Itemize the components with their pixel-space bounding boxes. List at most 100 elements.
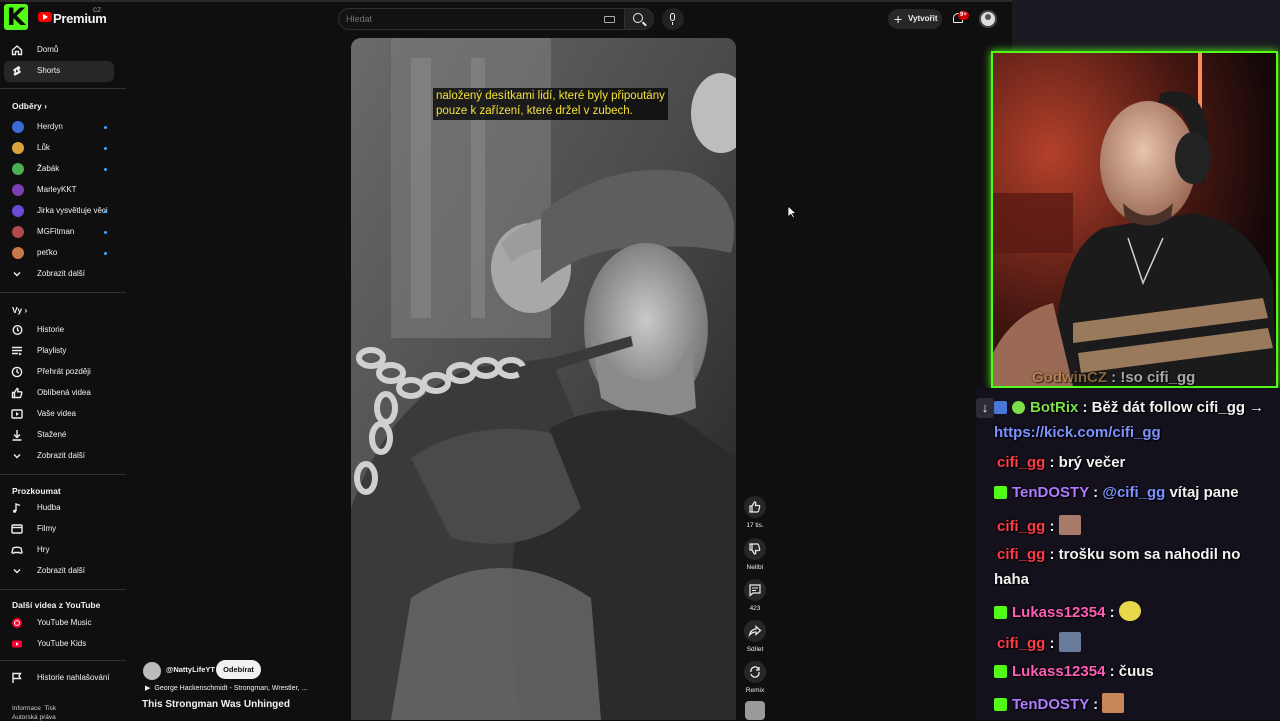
search-input[interactable] [346,11,586,27]
clock-icon [11,366,23,378]
sound-thumbnail[interactable] [745,701,765,720]
chat-message: cifi_gg : [997,632,1081,652]
video-title[interactable]: This Strongman Was Unhinged [142,699,290,710]
chat-text: : Běž dát follow cifi_gg → [1082,399,1265,416]
sidebar-channel-marleykkt[interactable]: MarleyKKT [4,180,114,201]
sidebar-item-music[interactable]: Hudba [4,498,114,519]
film-icon [11,524,23,534]
chevron-down-icon [13,454,21,459]
account-avatar[interactable] [979,10,997,28]
chat-text: : trošku som sa nahodil no [1049,546,1241,563]
new-content-dot [104,126,107,129]
subscribe-button[interactable]: Odebírat [216,660,261,679]
sidebar-item-movies[interactable]: Filmy [4,519,114,540]
chat-mention[interactable]: @cifi_gg [1102,484,1165,501]
video-caption: naložený desítkami lidí, které byly přip… [433,88,668,120]
sidebar-item-report-history[interactable]: Historie nahlašování [4,668,114,689]
history-icon [12,324,23,336]
sidebar-item-label: Oblíbená videa [37,388,91,397]
you-heading[interactable]: Vy › [12,305,27,315]
sidebar-item-youtube-music[interactable]: YouTube Music [4,613,114,634]
sidebar-item-downloads[interactable]: Stažené [4,425,114,446]
remix-icon [750,666,760,678]
sidebar-item-label: YouTube Kids [37,639,87,648]
sidebar-item-your-videos[interactable]: Vaše videa [4,404,114,425]
music-track-label: George Hackenschmidt - Strongman, Wrestl… [154,685,308,692]
channel-name: Žabák [37,164,60,173]
sidebar-channel-herdyn[interactable]: Herdyn [4,117,114,138]
channel-handle[interactable]: @NattyLifeYT [166,665,215,674]
chat-username[interactable]: cifi_gg [997,518,1045,535]
subscriber-badge-icon [994,665,1007,678]
face-emote-icon [1058,515,1081,535]
channel-name: MGFitman [37,227,75,236]
chat-username[interactable]: TenDOSTY [1012,696,1089,713]
sidebar-item-playlists[interactable]: Playlisty [4,341,114,362]
sidebar-show-more-subscriptions[interactable]: Zobrazit další [4,264,114,285]
download-icon [12,430,22,441]
sidebar-channel-jirka[interactable]: Jirka vysvětluje věci [4,201,114,222]
chat-username[interactable]: Lukass12354 [1012,604,1105,621]
webcam-feed [991,51,1278,388]
channel-avatar [12,184,24,196]
sidebar-channel-zabak[interactable]: Žabák [4,159,114,180]
sidebar-item-youtube-kids[interactable]: YouTube Kids [4,634,114,655]
sidebar-show-more-explore[interactable]: Zobrazit další [4,561,114,582]
chevron-right-icon: › [44,101,47,111]
chat-text: : brý večer [1049,454,1126,471]
share-button[interactable] [744,620,766,642]
thumbs-down-icon [749,543,761,555]
sidebar-show-more-you[interactable]: Zobrazit další [4,446,114,467]
short-video-player[interactable] [351,38,736,720]
sidebar-divider [0,589,126,590]
sidebar-item-games[interactable]: Hry [4,540,114,561]
you-heading-label: Vy [12,305,23,315]
sidebar-item-liked-videos[interactable]: Oblíbená videa [4,383,114,404]
new-content-dot [104,210,107,213]
chat-text: : [1093,696,1099,713]
flag-icon [12,672,22,683]
music-track[interactable]: ▶ George Hackenschmidt - Strongman, Wrest… [145,684,307,692]
like-button[interactable] [744,496,766,518]
youtube-logo-icon[interactable] [38,12,52,22]
footer-links[interactable]: Informace Tisk [12,705,56,712]
mouse-cursor-icon [787,205,797,219]
scroll-down-arrow-icon[interactable]: ↓ [976,398,994,418]
sidebar-channel-petko[interactable]: peťko [4,243,114,264]
chat-link[interactable]: https://kick.com/cifi_gg [994,424,1161,441]
chat-username[interactable]: GodwinCZ [1032,369,1107,386]
dislike-button[interactable] [744,538,766,560]
sidebar-item-label: Filmy [37,524,57,533]
subscriber-badge-icon [994,486,1007,499]
sidebar-item-watch-later[interactable]: Přehrát později [4,362,114,383]
sidebar-item-history[interactable]: Historie [4,320,114,341]
voice-search-button[interactable] [662,8,684,30]
sidebar-item-label: Playlisty [37,346,67,355]
sidebar-channel-luk[interactable]: Lůk [4,138,114,159]
chat-username[interactable]: BotRix [1030,399,1078,416]
search-button[interactable] [624,8,654,30]
chat-message: cifi_gg : trošku som sa nahodil no [997,546,1240,563]
subscriptions-heading[interactable]: Odběry › [12,101,47,111]
channel-avatar[interactable] [143,662,161,680]
chat-username[interactable]: cifi_gg [997,546,1045,563]
chat-message: Lukass12354 : [994,601,1141,621]
sidebar-item-home[interactable]: Domů [4,40,114,61]
shorts-icon [13,66,21,76]
music-note-icon [13,502,21,513]
subscriber-badge-icon [994,698,1007,711]
chat-username[interactable]: TenDOSTY [1012,484,1089,501]
channel-name: Jirka vysvětluje věci [37,206,108,215]
remix-button[interactable] [744,661,766,683]
chat-username[interactable]: cifi_gg [997,635,1045,652]
sidebar-item-shorts[interactable]: Shorts [4,61,114,82]
create-button[interactable]: + Vytvořit [888,9,942,29]
new-content-dot [104,168,107,171]
comments-button[interactable] [744,579,766,601]
keyboard-icon[interactable] [604,16,615,23]
chat-username[interactable]: Lukass12354 [1012,663,1105,680]
new-content-dot [104,252,107,255]
sidebar-channel-mgfitman[interactable]: MGFitman [4,222,114,243]
chat-username[interactable]: cifi_gg [997,454,1045,471]
chat-text: : [1049,635,1055,652]
